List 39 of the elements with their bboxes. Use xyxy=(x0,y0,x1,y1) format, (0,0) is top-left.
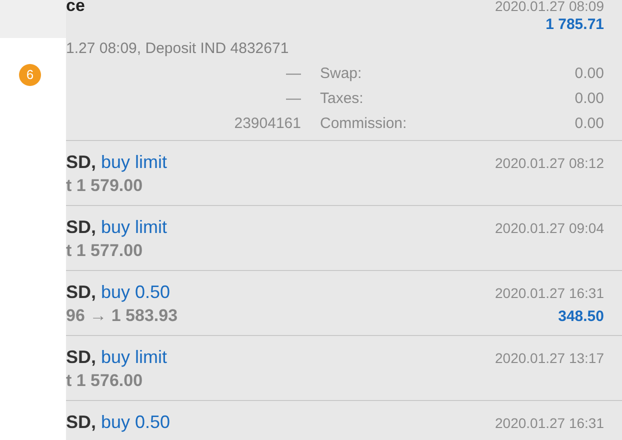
order-time: 2020.01.27 16:31 xyxy=(495,285,604,301)
order-row[interactable]: SD, buy limit 2020.01.27 09:04 t 1 577.00 xyxy=(66,206,622,271)
detail-label: Swap: xyxy=(320,65,363,82)
detail-id: 23904161 xyxy=(233,115,301,132)
order-time: 2020.01.27 13:17 xyxy=(495,350,604,366)
detail-label: Taxes: xyxy=(320,90,364,107)
detail-label: Commission: xyxy=(320,115,408,132)
detail-id: — xyxy=(285,90,301,107)
order-row[interactable]: SD, buy 0.50 2020.01.27 16:31 xyxy=(66,401,622,440)
detail-value: 0.00 xyxy=(574,115,604,132)
order-symbol: SD, xyxy=(66,347,96,367)
order-price: t 1 577.00 xyxy=(66,241,143,261)
deposit-time: 2020.01.27 08:09 xyxy=(495,0,604,14)
order-time: 2020.01.27 08:12 xyxy=(495,155,604,171)
order-row[interactable]: SD, buy 0.50 2020.01.27 16:31 96 → 1 583.93 348.50 xyxy=(66,271,622,336)
order-symbol: SD, xyxy=(66,282,96,302)
order-symbol: SD, xyxy=(66,412,96,432)
deposit-title: ce xyxy=(66,0,85,16)
order-type: buy 0.50 xyxy=(101,412,170,432)
order-type: buy limit xyxy=(101,217,168,237)
order-row[interactable]: SD, buy limit 2020.01.27 08:12 t 1 579.00 xyxy=(66,141,622,206)
deposit-comment: 1.27 08:09, Deposit IND 4832671 xyxy=(66,40,290,57)
order-type: buy 0.50 xyxy=(101,282,170,302)
order-time: 2020.01.27 16:31 xyxy=(495,415,604,431)
order-price: 96 → 1 583.93 xyxy=(66,306,178,326)
order-profit: 348.50 xyxy=(558,308,604,325)
order-price: t 1 576.00 xyxy=(66,371,143,391)
order-type: buy limit xyxy=(101,347,168,367)
order-price: t 1 579.00 xyxy=(66,176,143,196)
count-badge: 6 xyxy=(19,64,41,86)
detail-value: 0.00 xyxy=(574,65,604,82)
order-row[interactable]: SD, buy limit 2020.01.27 13:17 t 1 576.00 xyxy=(66,336,622,401)
order-symbol: SD, xyxy=(66,217,96,237)
deposit-amount: 1 785.71 xyxy=(546,16,604,33)
order-time: 2020.01.27 09:04 xyxy=(495,220,604,236)
order-symbol: SD, xyxy=(66,152,96,172)
order-type: buy limit xyxy=(101,152,168,172)
detail-id: — xyxy=(285,65,301,82)
detail-value: 0.00 xyxy=(574,90,604,107)
